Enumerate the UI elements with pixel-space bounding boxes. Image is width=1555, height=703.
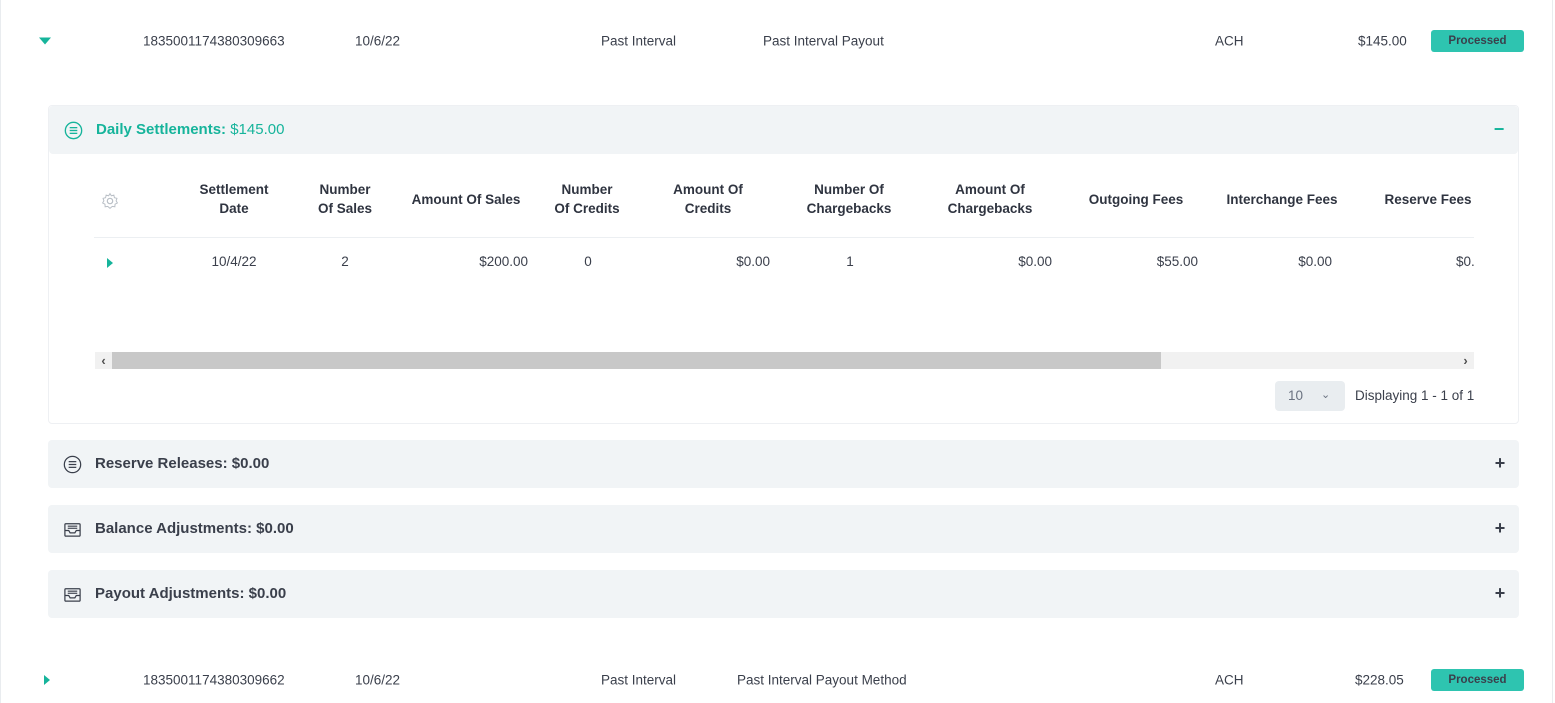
table-header: Settlement Date Number Of Sales Amount O… xyxy=(94,166,1474,238)
payout-description: Past Interval Payout xyxy=(763,33,884,49)
expand-row-caret-icon[interactable] xyxy=(107,258,113,268)
chevron-down-icon: ⌄ xyxy=(1321,389,1331,401)
column-header-amount-of-sales[interactable]: Amount Of Sales xyxy=(406,190,526,209)
balance-adjustments-panel: Balance Adjustments: $0.00 + xyxy=(48,505,1519,553)
section-title: Balance Adjustments: $0.00 xyxy=(95,520,294,537)
scroll-right-arrow-icon[interactable]: › xyxy=(1457,352,1474,369)
payout-method: ACH xyxy=(1215,33,1244,49)
cell-settlement-date: 10/4/22 xyxy=(211,254,257,269)
cell-interchange-fees: $0.00 xyxy=(1298,254,1332,269)
cell-number-of-sales: 2 xyxy=(341,254,349,269)
payout-type: Past Interval xyxy=(601,33,677,49)
scrollbar-thumb[interactable] xyxy=(112,352,1161,369)
payout-row[interactable]: 1835001174380309662 10/6/22 Past Interva… xyxy=(0,660,1555,700)
reserve-releases-header[interactable]: Reserve Releases: $0.00 + xyxy=(48,440,1519,488)
section-label: Daily Settlements: xyxy=(96,121,227,138)
payout-date: 10/6/22 xyxy=(355,672,401,688)
expand-toggle[interactable]: + xyxy=(1493,454,1507,472)
cell-amount-of-sales: $200.00 xyxy=(479,254,528,269)
page-left-border xyxy=(0,0,1,703)
collapse-caret-icon[interactable] xyxy=(39,37,51,45)
cell-amount-of-chargebacks: $0.00 xyxy=(1018,254,1052,269)
expand-toggle[interactable]: + xyxy=(1493,519,1507,537)
payout-amount: $228.05 xyxy=(1355,672,1404,688)
section-title: Reserve Releases: $0.00 xyxy=(95,455,269,472)
expand-caret-icon[interactable] xyxy=(44,675,50,685)
payout-id: 1835001174380309663 xyxy=(143,33,285,49)
cell-amount-of-credits: $0.00 xyxy=(736,254,770,269)
collapse-toggle[interactable]: − xyxy=(1492,120,1506,138)
pagination-summary: Displaying 1 - 1 of 1 xyxy=(1355,388,1475,403)
column-header-interchange-fees[interactable]: Interchange Fees xyxy=(1217,190,1347,209)
cell-number-of-credits: 0 xyxy=(584,254,592,269)
page-size-value: 10 xyxy=(1288,388,1304,403)
section-title: Daily Settlements: $145.00 xyxy=(96,121,284,138)
payout-method: ACH xyxy=(1215,672,1244,688)
expand-toggle[interactable]: + xyxy=(1493,584,1507,602)
column-header-number-of-chargebacks[interactable]: Number Of Chargebacks xyxy=(799,180,899,218)
payout-date: 10/6/22 xyxy=(355,33,401,49)
column-header-amount-of-credits[interactable]: Amount Of Credits xyxy=(663,180,753,218)
section-label: Payout Adjustments: xyxy=(95,585,245,602)
payout-amount: $145.00 xyxy=(1358,33,1407,49)
scroll-left-arrow-icon[interactable]: ‹ xyxy=(95,352,112,369)
daily-settlements-header[interactable]: Daily Settlements: $145.00 − xyxy=(49,106,1518,154)
section-amount: $0.00 xyxy=(248,585,287,602)
reserve-releases-panel: Reserve Releases: $0.00 + xyxy=(48,440,1519,488)
section-title: Payout Adjustments: $0.00 xyxy=(95,585,286,602)
payout-adjustments-panel: Payout Adjustments: $0.00 + xyxy=(48,570,1519,618)
section-amount: $0.00 xyxy=(256,520,294,537)
payout-adjustments-header[interactable]: Payout Adjustments: $0.00 + xyxy=(48,570,1519,618)
cell-outgoing-fees: $55.00 xyxy=(1156,254,1198,269)
cell-reserve-fees: $0.00 xyxy=(1456,254,1474,269)
status-badge: Processed xyxy=(1431,30,1524,52)
section-label: Reserve Releases: xyxy=(95,455,228,472)
list-circle-icon xyxy=(64,121,83,140)
table-row[interactable]: 10/4/22 2 $200.00 0 $0.00 1 $0.00 $55.00… xyxy=(94,246,1474,278)
column-header-reserve-fees[interactable]: Reserve Fees xyxy=(1373,190,1474,209)
inbox-tray-icon xyxy=(64,523,81,537)
daily-settlements-panel: Daily Settlements: $145.00 − Settlement … xyxy=(48,105,1519,424)
column-header-outgoing-fees[interactable]: Outgoing Fees xyxy=(1076,190,1196,209)
balance-adjustments-header[interactable]: Balance Adjustments: $0.00 + xyxy=(48,505,1519,553)
column-header-number-of-sales[interactable]: Number Of Sales xyxy=(310,180,380,218)
section-amount: $145.00 xyxy=(230,121,285,138)
settlements-table: Settlement Date Number Of Sales Amount O… xyxy=(94,166,1474,381)
page-right-border xyxy=(1552,0,1553,703)
page-size-select[interactable]: 10 ⌄ xyxy=(1275,381,1345,411)
list-circle-icon xyxy=(63,455,82,474)
column-header-settlement-date[interactable]: Settlement Date xyxy=(189,180,279,218)
section-amount: $0.00 xyxy=(231,455,270,472)
payout-type: Past Interval xyxy=(601,672,677,688)
cell-number-of-chargebacks: 1 xyxy=(846,254,854,269)
status-badge: Processed xyxy=(1431,669,1524,691)
payout-description: Past Interval Payout Method xyxy=(737,672,907,688)
inbox-tray-icon xyxy=(64,588,81,602)
gear-icon[interactable] xyxy=(101,192,119,210)
section-label: Balance Adjustments: xyxy=(95,520,252,537)
column-header-number-of-credits[interactable]: Number Of Credits xyxy=(547,180,627,218)
payout-row[interactable]: 1835001174380309663 10/6/22 Past Interva… xyxy=(0,21,1555,61)
payout-id: 1835001174380309662 xyxy=(143,672,285,688)
column-header-amount-of-chargebacks[interactable]: Amount Of Chargebacks xyxy=(940,180,1040,218)
horizontal-scrollbar[interactable]: ‹ › xyxy=(95,352,1474,369)
